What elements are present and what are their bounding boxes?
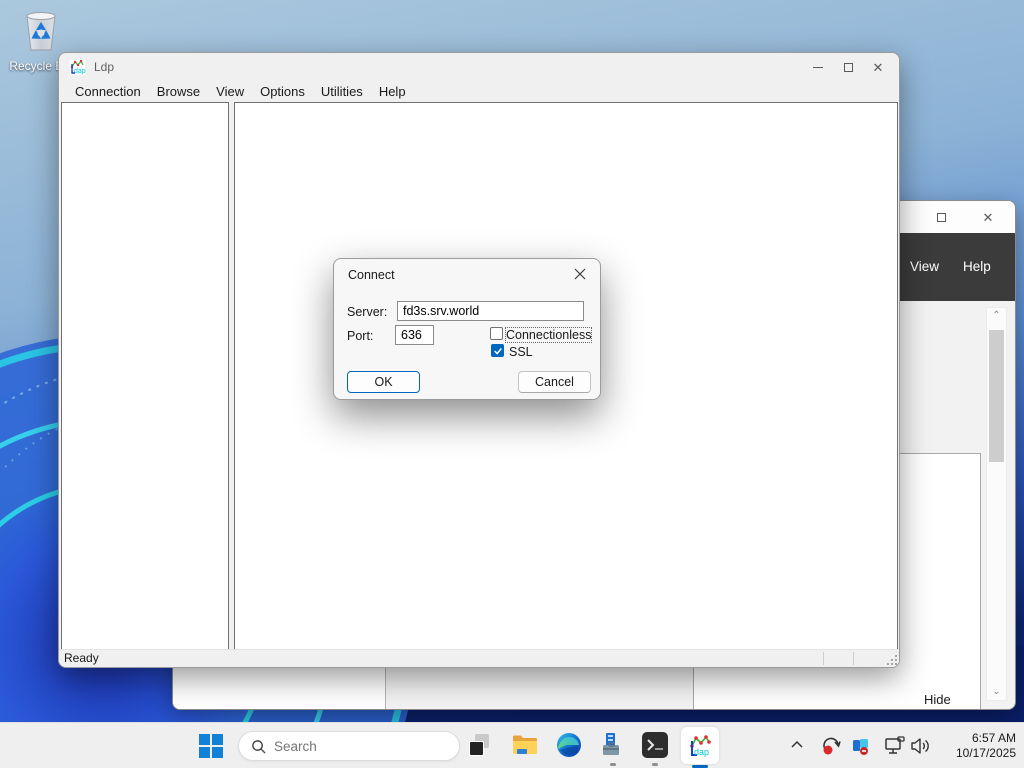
dialog-close-icon[interactable]	[572, 266, 588, 282]
cancel-button[interactable]: Cancel	[518, 371, 591, 393]
ldp-app-icon: dap	[69, 59, 86, 76]
check-icon	[493, 346, 503, 356]
ldp-close-button[interactable]: ✕	[863, 56, 893, 78]
file-explorer-icon[interactable]	[512, 733, 538, 757]
server-input[interactable]	[397, 301, 584, 321]
tray-chevron-up-icon[interactable]	[790, 739, 804, 751]
server-manager-icon[interactable]	[600, 732, 626, 758]
terminal-glyph	[642, 732, 668, 758]
tray-server-status-icon[interactable]	[850, 735, 872, 757]
start-button[interactable]	[199, 734, 223, 758]
sm-close-button[interactable]: ✕	[973, 206, 1003, 228]
ok-button[interactable]: OK	[347, 371, 420, 393]
sm-menu-view[interactable]: View	[910, 259, 939, 274]
ldp-taskbar-button[interactable]: dap	[681, 727, 719, 764]
ssl-checkbox[interactable]	[491, 344, 504, 357]
status-text: Ready	[64, 651, 99, 665]
ldp-titlebar[interactable]: dap Ldp ✕	[59, 53, 899, 81]
scrollbar-down-arrow[interactable]: ⌄	[987, 684, 1006, 700]
tray-sync-icon[interactable]	[820, 735, 842, 757]
clock-time: 6:57 AM	[944, 731, 1016, 746]
ldp-window-title: Ldp	[94, 60, 114, 74]
sm-maximize-button[interactable]	[926, 206, 956, 228]
ldp-minimize-button[interactable]	[803, 56, 833, 78]
connect-dialog: Connect Server: Port: Connectionless SSL…	[333, 258, 601, 400]
connectionless-checkbox[interactable]	[490, 327, 503, 340]
connect-dialog-title: Connect	[348, 268, 395, 282]
connect-dialog-titlebar[interactable]: Connect	[334, 259, 600, 289]
connectionless-label[interactable]: Connectionless	[506, 328, 591, 342]
port-input[interactable]	[395, 325, 434, 345]
svg-text:dap: dap	[694, 747, 709, 757]
menu-utilities[interactable]: Utilities	[313, 84, 371, 99]
terminal-icon[interactable]	[642, 732, 668, 758]
ldp-menubar: Connection Browse View Options Utilities…	[59, 81, 899, 102]
ldp-taskbar-icon: dap	[687, 733, 713, 759]
recycle-bin-icon	[20, 8, 62, 52]
search-icon	[251, 739, 266, 754]
sm-menu-help[interactable]: Help	[963, 259, 991, 274]
search-input[interactable]	[274, 739, 434, 754]
menu-view[interactable]: View	[208, 84, 252, 99]
taskbar: dap 6:57 AM 10/17/2025	[0, 722, 1024, 768]
server-label: Server:	[347, 305, 387, 319]
hide-link[interactable]: Hide	[924, 692, 951, 707]
scrollbar-thumb[interactable]	[989, 330, 1004, 462]
task-view-icon[interactable]	[468, 733, 492, 757]
svg-text:dap: dap	[74, 68, 86, 75]
tray-volume-icon[interactable]	[910, 736, 932, 756]
menu-options[interactable]: Options	[252, 84, 313, 99]
ldp-tree-pane[interactable]	[61, 102, 229, 650]
edge-browser-icon[interactable]	[556, 732, 582, 758]
tray-clock[interactable]: 6:57 AM 10/17/2025	[944, 731, 1016, 761]
ssl-label[interactable]: SSL	[509, 345, 533, 359]
clock-date: 10/17/2025	[944, 746, 1016, 761]
terminal-running-dot	[652, 763, 658, 766]
resize-grip[interactable]	[887, 655, 897, 665]
port-label: Port:	[347, 329, 373, 343]
menu-connection[interactable]: Connection	[67, 84, 149, 99]
sm-scrollbar[interactable]: ⌃ ⌄	[986, 307, 1007, 701]
ldp-maximize-button[interactable]	[833, 56, 863, 78]
menu-browse[interactable]: Browse	[149, 84, 208, 99]
ldp-statusbar: Ready	[59, 649, 899, 667]
tray-network-icon[interactable]	[884, 736, 906, 756]
server-manager-running-dot	[610, 763, 616, 766]
menu-help[interactable]: Help	[371, 84, 414, 99]
search-box[interactable]	[238, 731, 460, 761]
scrollbar-up-arrow[interactable]: ⌃	[987, 308, 1006, 324]
